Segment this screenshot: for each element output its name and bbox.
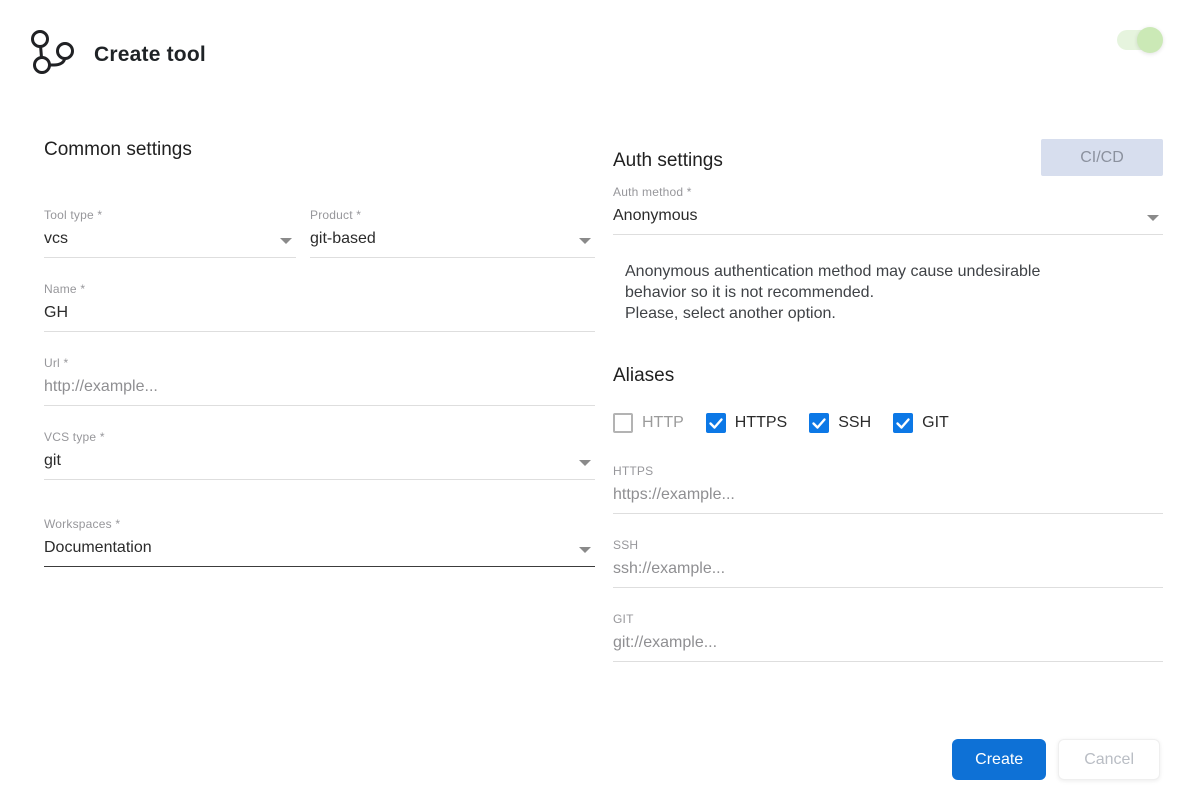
- url-field-wrap: Url *: [44, 356, 595, 406]
- toggle-knob: [1137, 27, 1163, 53]
- auth-settings-section: Auth settings CI/CD Auth method * Anonym…: [613, 139, 1163, 662]
- auth-warning-line2: Please, select another option.: [625, 305, 836, 322]
- product-value: git-based: [310, 222, 595, 258]
- alias-checkbox-ssh-label: SSH: [838, 414, 872, 431]
- chevron-down-icon: [280, 238, 292, 244]
- common-settings-heading: Common settings: [44, 139, 192, 160]
- https-alias-field-wrap: HTTPS: [613, 464, 1163, 514]
- alias-checkbox-http-label: HTTP: [642, 414, 684, 431]
- auth-method-label: Auth method *: [613, 185, 692, 199]
- cicd-button[interactable]: CI/CD: [1041, 139, 1163, 176]
- chevron-down-icon: [579, 547, 591, 553]
- alias-checkbox-http[interactable]: HTTP: [613, 413, 684, 433]
- workspaces-value: Documentation: [44, 531, 595, 567]
- ssh-alias-input[interactable]: [613, 552, 1163, 588]
- page-title: Create tool: [94, 42, 206, 66]
- url-input[interactable]: [44, 370, 595, 406]
- git-branch-icon: [28, 26, 78, 83]
- create-button[interactable]: Create: [952, 739, 1047, 780]
- name-input[interactable]: [44, 296, 595, 332]
- alias-checkbox-git[interactable]: GIT: [893, 413, 949, 433]
- url-label: Url *: [44, 356, 69, 370]
- product-select[interactable]: Product * git-based: [310, 208, 595, 258]
- chevron-down-icon: [579, 238, 591, 244]
- header-toggle-switch[interactable]: [1117, 27, 1163, 53]
- alias-checkbox-https[interactable]: HTTPS: [705, 413, 788, 433]
- auth-settings-heading: Auth settings: [613, 150, 723, 171]
- aliases-heading: Aliases: [613, 365, 675, 386]
- chevron-down-icon: [579, 460, 591, 466]
- alias-checkbox-git-label: GIT: [922, 414, 949, 431]
- auth-warning-text: Anonymous authentication method may caus…: [613, 261, 1095, 324]
- workspaces-select[interactable]: Workspaces * Documentation: [44, 517, 595, 567]
- workspaces-label: Workspaces *: [44, 517, 121, 531]
- https-alias-label: HTTPS: [613, 464, 654, 478]
- ssh-alias-field-wrap: SSH: [613, 538, 1163, 588]
- alias-checkbox-row: HTTP HTTPS SSH GIT: [613, 413, 1163, 433]
- git-alias-field-wrap: GIT: [613, 612, 1163, 662]
- form-body: Common settings Tool type * vcs Product …: [0, 83, 1187, 662]
- dialog-actions: Create Cancel: [952, 739, 1160, 780]
- checkbox-checked-icon: [809, 413, 830, 433]
- product-label: Product *: [310, 208, 362, 222]
- git-alias-label: GIT: [613, 612, 634, 626]
- checkbox-checked-icon: [893, 413, 914, 433]
- alias-checkbox-https-label: HTTPS: [734, 414, 788, 431]
- tool-type-select[interactable]: Tool type * vcs: [44, 208, 296, 258]
- vcs-type-value: git: [44, 444, 595, 480]
- name-field-wrap: Name *: [44, 282, 595, 332]
- alias-checkbox-ssh[interactable]: SSH: [809, 413, 871, 433]
- name-label: Name *: [44, 282, 86, 296]
- chevron-down-icon: [1147, 215, 1159, 221]
- tool-type-value: vcs: [44, 222, 296, 258]
- git-alias-input[interactable]: [613, 626, 1163, 662]
- ssh-alias-label: SSH: [613, 538, 639, 552]
- dialog-header: Create tool: [0, 0, 1187, 83]
- vcs-type-select[interactable]: VCS type * git: [44, 430, 595, 480]
- checkbox-unchecked-icon: [613, 413, 633, 433]
- cancel-button[interactable]: Cancel: [1058, 739, 1160, 780]
- auth-method-select[interactable]: Auth method * Anonymous: [613, 185, 1163, 235]
- checkbox-checked-icon: [705, 413, 726, 433]
- common-settings-section: Common settings Tool type * vcs Product …: [44, 139, 595, 662]
- vcs-type-label: VCS type *: [44, 430, 105, 444]
- tool-type-label: Tool type *: [44, 208, 103, 222]
- auth-method-value: Anonymous: [613, 199, 1163, 235]
- auth-warning-line1: Anonymous authentication method may caus…: [625, 263, 1041, 301]
- https-alias-input[interactable]: [613, 478, 1163, 514]
